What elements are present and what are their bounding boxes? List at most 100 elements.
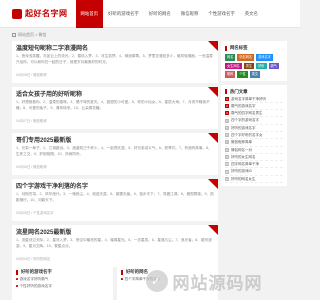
hot-articles-box: 热门文章 1 游戏名字简单干净好听 2 霸气的游戏名字 3 霸气的四字网名男生 4 四个字的游… bbox=[221, 84, 287, 187]
hot-article-item[interactable]: 9 好听的女生网名 bbox=[225, 154, 283, 162]
tag-cloud: 网名 情侣网名 游戏名字女生网名 男生 好听 霸气昵称 个性 英文 bbox=[225, 54, 283, 78]
hot-article-list: 1 游戏名字简单干净好听 2 霸气的游戏名字 3 霸气的四字网名男生 4 四个字的游戏名字 5 好… bbox=[225, 96, 283, 184]
article-card: 温度短句昵称二字浪漫网名 1、夜深浅笑醒，亦如云上的流光。2、春风入梦。3、浮生… bbox=[12, 41, 218, 83]
article-summary: 1、剑指苍穹。2、风华绝代。3、一骑绝尘。4、浪迹天涯。5、踏雪无痕。6、独步天… bbox=[16, 192, 214, 202]
article-card: 流星网名2025最新版 1、流星划过天际。2、星河入梦。3、夜空中最亮的星。4、… bbox=[12, 225, 218, 267]
nav-item-english[interactable]: 英文名 bbox=[240, 0, 263, 28]
hot-article-item[interactable]: 3 霸气的四字网名男生 bbox=[225, 110, 283, 118]
title-bar-icon bbox=[225, 45, 227, 51]
related-box-game-names: 好听的游戏名字 游戏名字好听霸气 个性好听的游戏名字 bbox=[12, 265, 113, 300]
nav-item-wechat[interactable]: 微信昵称 bbox=[176, 0, 204, 28]
hot-article-label: 四个字好听的名字女 bbox=[231, 132, 263, 137]
hot-article-label: 好听的女生网名 bbox=[231, 154, 256, 159]
article-summary: 1、夜深浅笑醒，亦如云上的流光。2、春风入梦。3、浮生若梦。4、柳浪闻莺。5、梦… bbox=[16, 54, 213, 64]
hot-article-label: 情侣网名一对 bbox=[231, 147, 252, 152]
box-title-text: 热门文章 bbox=[230, 88, 248, 94]
nav-item-personal-game[interactable]: 个性游戏名字 bbox=[203, 0, 239, 28]
nav-item-game-names[interactable]: 好听的游戏名字 bbox=[103, 0, 144, 28]
hot-article-label: 微信昵称简单 bbox=[231, 140, 252, 145]
rank-badge: 5 bbox=[225, 125, 229, 130]
related-list: 游戏名字好听霸气 个性好听的游戏名字 bbox=[16, 276, 109, 289]
hot-article-label: 四字网名简单干净 bbox=[231, 162, 259, 167]
article-title[interactable]: 流星网名2025最新版 bbox=[16, 228, 214, 238]
box-title: 网名标签 bbox=[225, 44, 283, 52]
rank-badge: 1 bbox=[225, 96, 229, 101]
article-title[interactable]: 哥们专用2025最新版 bbox=[16, 136, 214, 146]
main-nav: 网站首页 好听的游戏名字 好听的网名 微信昵称 个性游戏名字 英文名 bbox=[75, 0, 263, 28]
tag-item[interactable]: 男生 bbox=[243, 62, 255, 69]
article-title[interactable]: 适合女孩子用的好听昵称 bbox=[16, 90, 214, 100]
breadcrumb-text[interactable]: 网站首页 > 微信 bbox=[18, 30, 47, 40]
nav-item-home[interactable]: 网站首页 bbox=[75, 0, 104, 28]
rank-badge: 10 bbox=[225, 162, 229, 167]
hot-article-label: 好听的网名女生 bbox=[231, 176, 256, 181]
article-card: 适合女孩子用的好听昵称 1、好想抱抱你。2、温柔的猫咪。3、橘子味的夏天。4、甜… bbox=[12, 87, 218, 129]
article-card: 哥们专用2025最新版 1、兄弟一辈子。2、江湖路远。3、酒逢知己千杯少。4、一… bbox=[12, 133, 218, 175]
list-item-label: 个性好听的游戏名字 bbox=[19, 283, 52, 288]
article-list: 温度短句昵称二字浪漫网名 1、夜深浅笑醒，亦如云上的流光。2、春风入梦。3、浮生… bbox=[12, 41, 218, 271]
hot-article-label: 好听的游戏名字 bbox=[231, 125, 256, 130]
breadcrumb: 网站首页 > 微信 bbox=[12, 30, 47, 40]
box-title: 好听的游戏名字 bbox=[16, 268, 109, 276]
bullet-icon bbox=[16, 278, 18, 281]
article-meta: 04月07日 / 微信昵称 bbox=[16, 119, 47, 123]
rank-badge: 2 bbox=[225, 103, 229, 108]
rank-badge: 7 bbox=[225, 140, 229, 145]
site-logo[interactable]: 起好名字网 bbox=[12, 0, 68, 28]
tags-box: 网名标签 网名 情侣网名 游戏名字女生网名 男生 好听 霸气昵称 个性 英文 bbox=[221, 41, 287, 81]
article-card: 四个字游戏干净利落的名字 1、剑指苍穹。2、风华绝代。3、一骑绝尘。4、浪迹天涯… bbox=[12, 179, 218, 221]
box-title-text: 网名标签 bbox=[230, 45, 248, 50]
hot-article-label: 霸气的四字网名男生 bbox=[231, 111, 263, 116]
rank-badge: 9 bbox=[225, 155, 229, 160]
title-bar-icon bbox=[225, 89, 227, 94]
hot-article-item[interactable]: 4 四个字的游戏名字 bbox=[225, 117, 283, 125]
hot-article-label: 霸气的游戏名字 bbox=[231, 103, 256, 108]
tag-item[interactable]: 英文 bbox=[249, 71, 261, 78]
watermark-logo-icon: ✓ bbox=[145, 270, 168, 292]
tag-item[interactable]: 昵称 bbox=[225, 71, 236, 78]
logo-text: 起好名字网 bbox=[25, 8, 68, 18]
home-icon bbox=[12, 33, 16, 37]
logo-icon bbox=[12, 8, 22, 19]
article-meta: 04月08日 / 微信昵称 bbox=[16, 73, 47, 77]
rank-badge: 4 bbox=[225, 118, 229, 123]
box-title-text: 好听的游戏名字 bbox=[21, 269, 52, 274]
hot-article-item[interactable]: 2 霸气的游戏名字 bbox=[225, 103, 283, 111]
article-title[interactable]: 温度短句昵称二字浪漫网名 bbox=[16, 44, 214, 54]
hot-article-label: 四个字的游戏名字 bbox=[231, 118, 259, 123]
list-item[interactable]: 个性好听的游戏名字 bbox=[16, 283, 109, 290]
tag-item[interactable]: 好听 bbox=[256, 62, 267, 69]
article-meta: 04月06日 / 微信昵称 bbox=[16, 165, 47, 169]
article-summary: 1、兄弟一辈子。2、江湖路远。3、酒逢知己千杯少。4、一起闯天涯。5、好兄弟讲义… bbox=[16, 146, 212, 156]
tag-item[interactable]: 网名 bbox=[225, 54, 236, 61]
hot-article-label: 游戏名字简单干净好听 bbox=[231, 96, 266, 101]
hot-article-item[interactable]: 7 微信昵称简单 bbox=[225, 139, 283, 147]
rank-badge: 11 bbox=[225, 169, 229, 174]
hot-article-item[interactable]: 8 情侣网名一对 bbox=[225, 147, 283, 154]
rank-badge: 6 bbox=[225, 133, 229, 138]
hot-article-item[interactable]: 1 游戏名字简单干净好听 bbox=[225, 96, 283, 103]
hot-article-item[interactable]: 6 四个字好听的名字女 bbox=[225, 132, 283, 140]
hot-article-item[interactable]: 12 好听的网名女生 bbox=[225, 176, 283, 184]
nav-item-nicknames[interactable]: 好听的网名 bbox=[144, 0, 176, 28]
article-title[interactable]: 四个字游戏干净利落的名字 bbox=[16, 182, 214, 192]
tag-item[interactable]: 霸气 bbox=[268, 62, 279, 69]
article-summary: 1、流星划过天际。2、星河入梦。3、夜空中最亮的星。4、璀璨星光。5、一念星辰。… bbox=[16, 238, 212, 248]
tag-item[interactable]: 个性 bbox=[237, 71, 248, 78]
title-bar-icon bbox=[16, 269, 18, 275]
sidebar: 网名标签 网名 情侣网名 游戏名字 女生网名 男生 好听 霸气 昵称 个性 英文 热门文章 1 游戏… bbox=[221, 41, 287, 190]
site-header: 起好名字网 网站首页 好听的游戏名字 好听的网名 微信昵称 个性游戏名字 英文名 bbox=[0, 0, 300, 28]
watermark: ✓ 网站源码网 bbox=[120, 262, 288, 300]
hot-article-item[interactable]: 10 四字网名简单干净 bbox=[225, 161, 283, 169]
hot-article-item[interactable]: 5 好听的游戏名字 bbox=[225, 125, 283, 132]
bullet-icon bbox=[16, 284, 18, 287]
hot-article-item[interactable]: 11 好听的游戏ID bbox=[225, 168, 283, 176]
tag-item[interactable]: 游戏名字 bbox=[256, 54, 273, 61]
rank-badge: 3 bbox=[225, 111, 229, 116]
rank-badge: 8 bbox=[225, 147, 229, 152]
watermark-text: 网站源码网 bbox=[172, 273, 263, 294]
tag-item[interactable]: 情侣网名 bbox=[237, 54, 255, 61]
rank-badge: 12 bbox=[225, 176, 229, 181]
tag-item[interactable]: 女生网名 bbox=[225, 62, 242, 69]
article-meta: 04月05日 / 个性游戏名字 bbox=[16, 211, 54, 215]
